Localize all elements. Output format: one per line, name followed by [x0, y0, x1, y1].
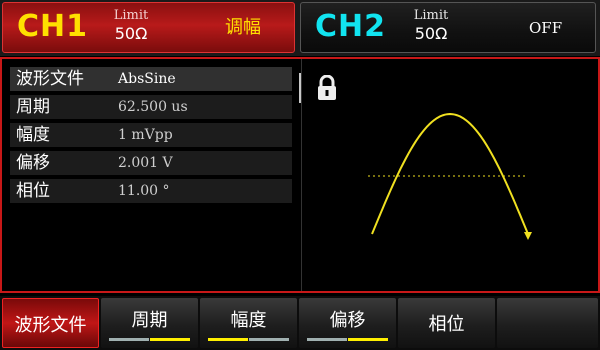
param-value: 11.00 ° [118, 183, 170, 199]
channel-1-mode: 调幅 [225, 17, 261, 38]
param-label: 周期 [16, 97, 50, 117]
softkey-amplitude[interactable]: 幅度 [200, 298, 297, 348]
channel-1-limit-label: Limit [113, 8, 149, 23]
softkey-label: 幅度 [230, 310, 267, 331]
channel-2-state: OFF [529, 19, 563, 37]
softkey-empty[interactable] [497, 298, 598, 348]
param-label: 相位 [16, 181, 50, 201]
softkey-label: 波形文件 [14, 315, 87, 336]
param-label: 波形文件 [16, 69, 84, 89]
channel-2-name: CH2 [315, 9, 386, 44]
softkey-label: 相位 [428, 314, 465, 335]
main-panel: 波形文件 AbsSine 周期 62.500 us 幅度 1 mVpp 偏移 2… [0, 57, 600, 293]
waveform-trace [371, 113, 529, 235]
param-row-waveform-file[interactable]: 波形文件 AbsSine [10, 67, 292, 91]
softkey-offset[interactable]: 偏移 [299, 298, 396, 348]
softkey-indicator [150, 338, 190, 341]
parameter-list: 波形文件 AbsSine 周期 62.500 us 幅度 1 mVpp 偏移 2… [10, 67, 292, 207]
channel-header: CH1 Limit 50Ω 调幅 CH2 Limit 50Ω OFF [0, 0, 600, 56]
param-row-amplitude[interactable]: 幅度 1 mVpp [10, 123, 292, 147]
param-value: 1 mVpp [118, 127, 173, 143]
param-label: 幅度 [16, 125, 50, 145]
param-row-offset[interactable]: 偏移 2.001 V [10, 151, 292, 175]
channel-2-panel[interactable]: CH2 Limit 50Ω OFF [300, 2, 596, 53]
softkey-indicator [348, 338, 388, 341]
channel-1-impedance: 50Ω [114, 24, 148, 43]
softkey-phase[interactable]: 相位 [398, 298, 495, 348]
waveform-end-arrow [524, 232, 532, 240]
waveform-preview [368, 113, 532, 240]
softkey-indicator [307, 338, 347, 341]
param-row-period[interactable]: 周期 62.500 us [10, 95, 292, 119]
channel-2-impedance: 50Ω [414, 24, 448, 43]
softkey-indicator [109, 338, 149, 341]
param-value: 62.500 us [118, 99, 188, 115]
softkey-label: 周期 [131, 310, 168, 331]
softkey-indicator [208, 338, 248, 341]
channel-1-panel[interactable]: CH1 Limit 50Ω 调幅 [2, 2, 295, 53]
softkey-bar: 波形文件 周期 幅度 偏移 相位 [0, 296, 600, 350]
param-value: AbsSine [118, 71, 176, 87]
param-label: 偏移 [16, 153, 50, 173]
softkey-label: 偏移 [329, 310, 366, 331]
channel-2-limit-label: Limit [413, 8, 449, 23]
param-row-phase[interactable]: 相位 11.00 ° [10, 179, 292, 203]
softkey-indicator [249, 338, 289, 341]
softkey-period[interactable]: 周期 [101, 298, 198, 348]
softkey-waveform-file[interactable]: 波形文件 [2, 298, 99, 348]
param-value: 2.001 V [118, 155, 173, 171]
channel-1-name: CH1 [17, 9, 88, 44]
